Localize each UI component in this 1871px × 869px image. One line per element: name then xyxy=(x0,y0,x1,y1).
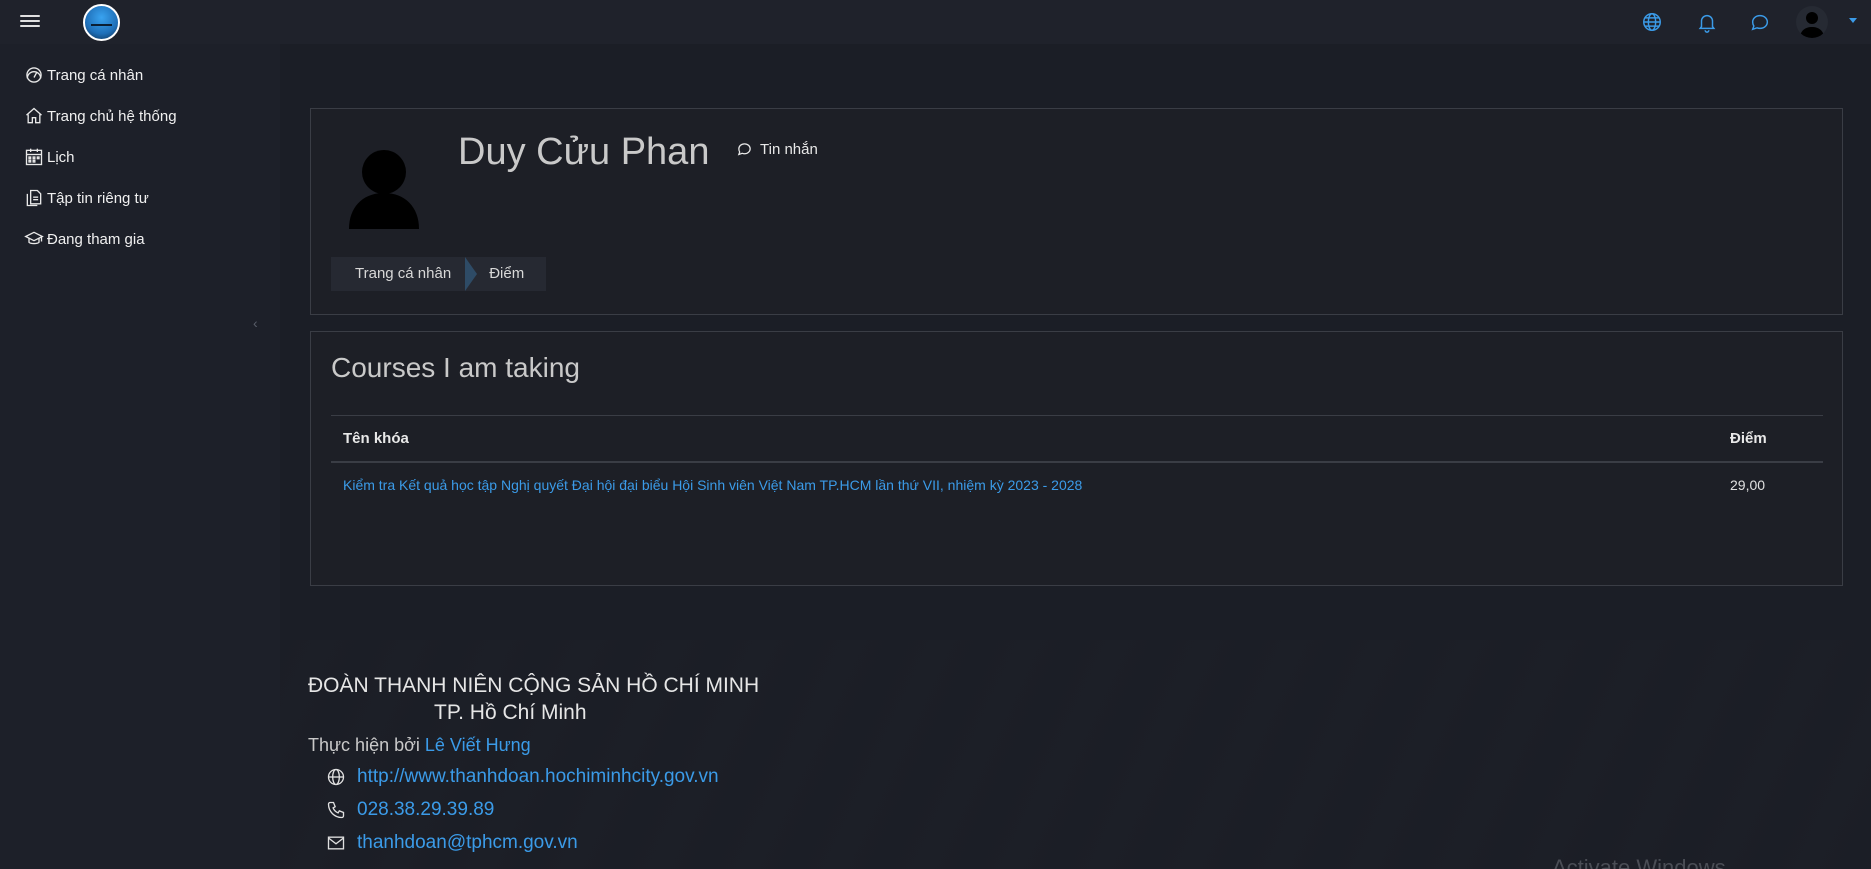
phone-link[interactable]: 028.38.29.39.89 xyxy=(357,799,494,821)
table-header-row: Tên khóa Điểm xyxy=(331,415,1823,463)
user-silhouette-icon xyxy=(1800,12,1824,38)
column-header-course: Tên khóa xyxy=(343,430,409,447)
organization-logo[interactable] xyxy=(83,4,120,41)
footer-phone: 028.38.29.39.89 xyxy=(326,799,494,821)
phone-icon xyxy=(327,801,345,819)
hamburger-icon[interactable] xyxy=(20,12,40,30)
breadcrumb-separator xyxy=(465,257,478,291)
table-row: Kiểm tra Kết quả học tập Nghị quyết Đại … xyxy=(331,463,1823,509)
user-menu-caret-icon[interactable] xyxy=(1849,18,1857,23)
sidebar: Trang cá nhân Trang chủ hệ thống Lịch Tậ… xyxy=(0,44,280,869)
course-link[interactable]: Kiểm tra Kết quả học tập Nghị quyết Đại … xyxy=(343,477,1082,493)
email-link[interactable]: thanhdoan@tphcm.gov.vn xyxy=(357,832,578,854)
speech-bubble-icon xyxy=(737,143,751,156)
footer-credit: Thực hiện bởi Lê Viết Hưng xyxy=(308,735,531,756)
breadcrumb-item-grades: Điểm xyxy=(489,265,525,282)
sidebar-item-label: Đang tham gia xyxy=(47,230,145,248)
envelope-icon xyxy=(327,836,345,850)
activate-windows-watermark: Activate Windows xyxy=(1552,855,1726,869)
sidebar-item-enrolled[interactable]: Đang tham gia xyxy=(24,226,145,252)
graduation-cap-icon xyxy=(24,231,44,245)
sidebar-item-label: Trang chủ hệ thống xyxy=(47,107,177,125)
credit-prefix: Thực hiện bởi xyxy=(308,735,425,755)
courses-title: Courses I am taking xyxy=(331,352,580,383)
top-navbar xyxy=(0,0,1871,44)
footer-email: thanhdoan@tphcm.gov.vn xyxy=(326,832,578,854)
breadcrumb-item-profile[interactable]: Trang cá nhân xyxy=(331,257,465,291)
website-link[interactable]: http://www.thanhdoan.hochiminhcity.gov.v… xyxy=(357,766,719,788)
courses-card: Courses I am taking Tên khóa Điểm Kiểm t… xyxy=(310,331,1843,586)
chat-icon[interactable] xyxy=(1749,11,1771,33)
sidebar-item-label: Tập tin riêng tư xyxy=(47,189,149,207)
footer-org-city: TP. Hồ Chí Minh xyxy=(434,701,587,724)
sidebar-item-label: Trang cá nhân xyxy=(47,66,144,84)
sidebar-item-private-files[interactable]: Tập tin riêng tư xyxy=(24,185,149,211)
dashboard-icon xyxy=(26,67,42,83)
files-icon xyxy=(26,189,42,207)
calendar-icon xyxy=(25,148,43,166)
profile-avatar xyxy=(349,150,419,229)
profile-header-card: Duy Cửu Phan Tin nhắn Trang cá nhân Điểm xyxy=(310,108,1843,315)
sidebar-item-dashboard[interactable]: Trang cá nhân xyxy=(24,62,143,88)
column-header-grade: Điểm xyxy=(1730,430,1767,447)
courses-table: Tên khóa Điểm Kiểm tra Kết quả học tập N… xyxy=(331,415,1823,509)
message-label: Tin nhắn xyxy=(760,141,818,158)
globe-icon xyxy=(327,768,345,786)
globe-icon[interactable] xyxy=(1641,11,1663,33)
credit-author-link[interactable]: Lê Viết Hưng xyxy=(425,735,531,755)
sidebar-item-site-home[interactable]: Trang chủ hệ thống xyxy=(24,103,177,129)
footer-website: http://www.thanhdoan.hochiminhcity.gov.v… xyxy=(326,766,719,788)
user-avatar-menu[interactable] xyxy=(1796,6,1828,38)
course-grade: 29,00 xyxy=(1730,477,1766,493)
bell-icon[interactable] xyxy=(1696,11,1718,33)
footer-org-name: ĐOÀN THANH NIÊN CỘNG SẢN HỒ CHÍ MINH xyxy=(308,674,760,697)
message-button[interactable]: Tin nhắn xyxy=(736,141,818,158)
breadcrumb: Trang cá nhân Điểm xyxy=(331,257,547,291)
sidebar-item-calendar[interactable]: Lịch xyxy=(24,144,75,170)
home-icon xyxy=(26,107,42,124)
expand-chevron-icon[interactable]: ‹ xyxy=(253,315,258,331)
profile-name: Duy Cửu Phan xyxy=(458,131,710,173)
sidebar-item-label: Lịch xyxy=(47,148,75,166)
